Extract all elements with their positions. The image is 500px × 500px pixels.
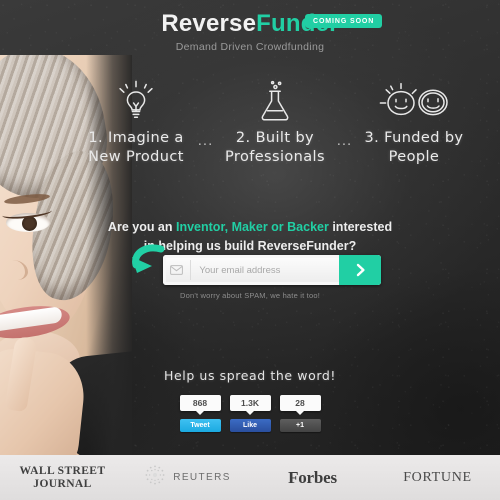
press-logo-reuters: REUTERS: [125, 464, 250, 491]
fortune-wordmark: FORTUNE: [403, 469, 472, 485]
social-share-section: Help us spread the word! 868 Tweet 1.3K …: [0, 368, 500, 432]
landing-page: ReverseFunder Demand Driven Crowdfunding…: [0, 0, 500, 500]
flask-icon: [219, 78, 331, 124]
signup-headline-prefix: Are you an: [107, 220, 176, 234]
step-label-2: 2. Built by Professionals: [225, 130, 325, 165]
submit-button[interactable]: [339, 255, 381, 285]
brand-name-first: Reverse: [161, 10, 257, 37]
share-count-facebook: 1.3K: [229, 395, 271, 415]
reuters-wordmark: REUTERS: [173, 472, 231, 483]
tagline: Demand Driven Crowdfunding: [175, 41, 325, 53]
reuters-dots-icon: [144, 464, 166, 491]
envelope-icon: [163, 260, 192, 280]
like-button[interactable]: Like: [229, 419, 271, 432]
share-count-twitter: 868: [179, 395, 221, 415]
step-separator-1: ...: [197, 132, 214, 149]
signup-headline-suffix: interested: [328, 220, 393, 234]
social-share-title: Help us spread the word!: [163, 368, 337, 383]
site-header: ReverseFunder Demand Driven Crowdfunding: [0, 12, 500, 54]
steps-section: 1. Imagine a New Product ... 2. Built by…: [80, 78, 470, 166]
status-badge: COMING SOON: [305, 14, 383, 28]
email-field[interactable]: [191, 255, 340, 285]
press-logos-bar: WALL STREET JOURNAL REUTERS Forbes FORTU…: [0, 455, 500, 500]
signup-section: Are you an Inventor, Maker or Backer int…: [0, 218, 500, 256]
email-signup-form[interactable]: [163, 255, 381, 285]
step-label-1: 1. Imagine a New Product: [88, 130, 184, 165]
step-item-3: 3. Funded by People: [358, 78, 470, 166]
signup-headline-accent: Inventor, Maker or Backer: [176, 220, 329, 234]
wsj-line-2: JOURNAL: [33, 477, 92, 490]
smiley-faces-icon: [358, 78, 470, 124]
share-count-googleplus: 28: [279, 395, 321, 415]
lightbulb-icon: [80, 78, 192, 124]
share-buttons-row: 868 Tweet 1.3K Like 28 +1: [0, 395, 500, 432]
signup-headline: Are you an Inventor, Maker or Backer int…: [0, 218, 500, 256]
press-logo-fortune: FORTUNE: [375, 470, 500, 486]
press-logo-wsj: WALL STREET JOURNAL: [0, 465, 125, 489]
page-title: ReverseFunder: [0, 12, 500, 36]
share-item-googleplus: 28 +1: [279, 395, 321, 432]
share-item-facebook: 1.3K Like: [229, 395, 271, 432]
plusone-button[interactable]: +1: [279, 419, 321, 432]
step-item-1: 1. Imagine a New Product: [80, 78, 192, 166]
tweet-button[interactable]: Tweet: [179, 419, 221, 432]
step-item-2: 2. Built by Professionals: [219, 78, 331, 166]
spam-disclaimer: Don't worry about SPAM, we hate it too!: [180, 291, 320, 300]
step-separator-2: ...: [336, 132, 353, 149]
step-label-3: 3. Funded by People: [364, 130, 464, 165]
signup-headline-line2: in helping us build ReverseFunder?: [143, 238, 357, 253]
wsj-line-1: WALL STREET: [19, 465, 106, 478]
share-item-twitter: 868 Tweet: [179, 395, 221, 432]
forbes-wordmark: Forbes: [288, 467, 337, 487]
press-logo-forbes: Forbes: [250, 468, 375, 488]
